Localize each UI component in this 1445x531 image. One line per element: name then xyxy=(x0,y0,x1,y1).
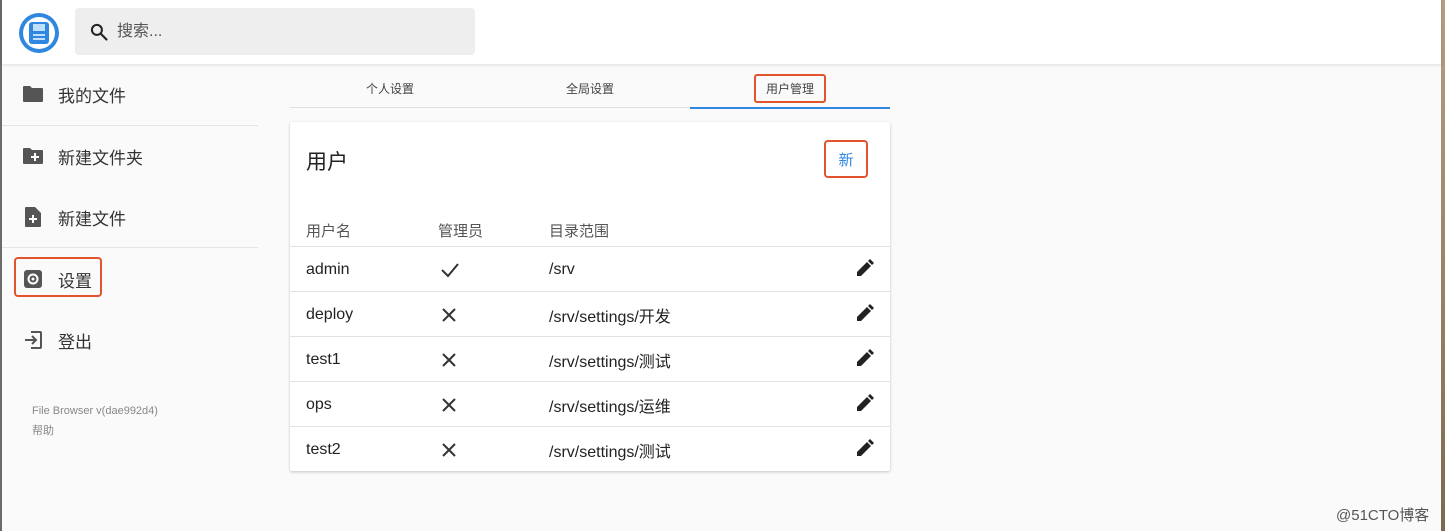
scope-cell: /srv xyxy=(549,260,575,278)
card-title: 用户 xyxy=(306,151,348,174)
scope-cell: /srv/settings/开发 xyxy=(549,308,671,326)
sidebar-item-label: 新建文件 xyxy=(58,209,126,229)
cross-icon xyxy=(441,382,457,427)
sidebar-divider xyxy=(2,125,258,126)
edit-icon[interactable] xyxy=(853,346,877,370)
sidebar-item-new-folder[interactable]: 新建文件夹 xyxy=(14,136,143,176)
scope-cell: /srv/settings/测试 xyxy=(549,443,671,461)
tab-global-settings[interactable]: 全局设置 xyxy=(490,68,690,108)
edit-icon[interactable] xyxy=(853,436,877,460)
floppy-disk-icon xyxy=(29,22,49,44)
username-cell: test2 xyxy=(306,440,341,458)
sidebar-item-logout[interactable]: 登出 xyxy=(14,320,92,360)
tab-profile-settings[interactable]: 个人设置 xyxy=(290,68,490,108)
users-card: 用户 新 用户名 管理员 目录范围 admin /srv deploy /srv… xyxy=(290,122,890,471)
table-row[interactable]: deploy /srv/settings/开发 xyxy=(290,291,890,336)
new-file-icon xyxy=(20,204,46,230)
username-cell: test1 xyxy=(306,350,341,368)
tab-user-management[interactable]: 用户管理 xyxy=(690,68,890,109)
edit-icon[interactable] xyxy=(853,391,877,415)
edit-icon[interactable] xyxy=(853,256,877,280)
table-row[interactable]: test2 /srv/settings/测试 xyxy=(290,426,890,471)
scope-cell: /srv/settings/运维 xyxy=(549,398,671,416)
cross-icon xyxy=(441,292,457,337)
app-logo[interactable] xyxy=(19,13,59,53)
sidebar-item-label: 设置 xyxy=(58,271,92,291)
search-box[interactable] xyxy=(75,8,475,55)
new-folder-icon xyxy=(20,143,46,169)
sidebar-item-settings[interactable]: 设置 xyxy=(14,259,92,299)
logout-icon xyxy=(20,327,46,353)
help-link[interactable]: 帮助 xyxy=(32,422,54,438)
cross-icon xyxy=(441,427,457,472)
column-header-username: 用户名 xyxy=(306,223,352,240)
sidebar-item-label: 新建文件夹 xyxy=(58,148,143,168)
sidebar-divider xyxy=(2,247,258,248)
scope-cell: /srv/settings/测试 xyxy=(549,353,671,371)
table-row[interactable]: ops /srv/settings/运维 xyxy=(290,381,890,426)
window-frame-left xyxy=(0,0,2,531)
top-bar xyxy=(2,0,1441,64)
username-cell: admin xyxy=(306,260,350,278)
settings-tabs: 个人设置 全局设置 用户管理 xyxy=(290,68,890,109)
sidebar-item-label: 我的文件 xyxy=(58,86,126,106)
version-text: File Browser v(dae992d4) xyxy=(32,405,158,417)
watermark: @51CTO博客 xyxy=(1336,507,1430,524)
sidebar-item-new-file[interactable]: 新建文件 xyxy=(14,197,126,237)
folder-icon xyxy=(20,81,46,107)
sidebar-item-label: 登出 xyxy=(58,332,92,352)
edit-icon[interactable] xyxy=(853,301,877,325)
column-header-admin: 管理员 xyxy=(438,223,484,240)
new-user-button[interactable]: 新 xyxy=(824,140,868,178)
search-input[interactable] xyxy=(117,8,467,55)
table-row[interactable]: test1 /srv/settings/测试 xyxy=(290,336,890,381)
window-frame-right xyxy=(1441,0,1445,531)
settings-icon xyxy=(20,266,46,292)
check-icon xyxy=(440,247,460,292)
sidebar-item-my-files[interactable]: 我的文件 xyxy=(14,74,126,114)
tab-label: 用户管理 xyxy=(753,73,826,103)
cross-icon xyxy=(441,337,457,382)
username-cell: ops xyxy=(306,395,332,413)
table-row[interactable]: admin /srv xyxy=(290,246,890,291)
search-icon xyxy=(90,23,108,41)
username-cell: deploy xyxy=(306,305,354,323)
column-header-scope: 目录范围 xyxy=(549,223,610,240)
